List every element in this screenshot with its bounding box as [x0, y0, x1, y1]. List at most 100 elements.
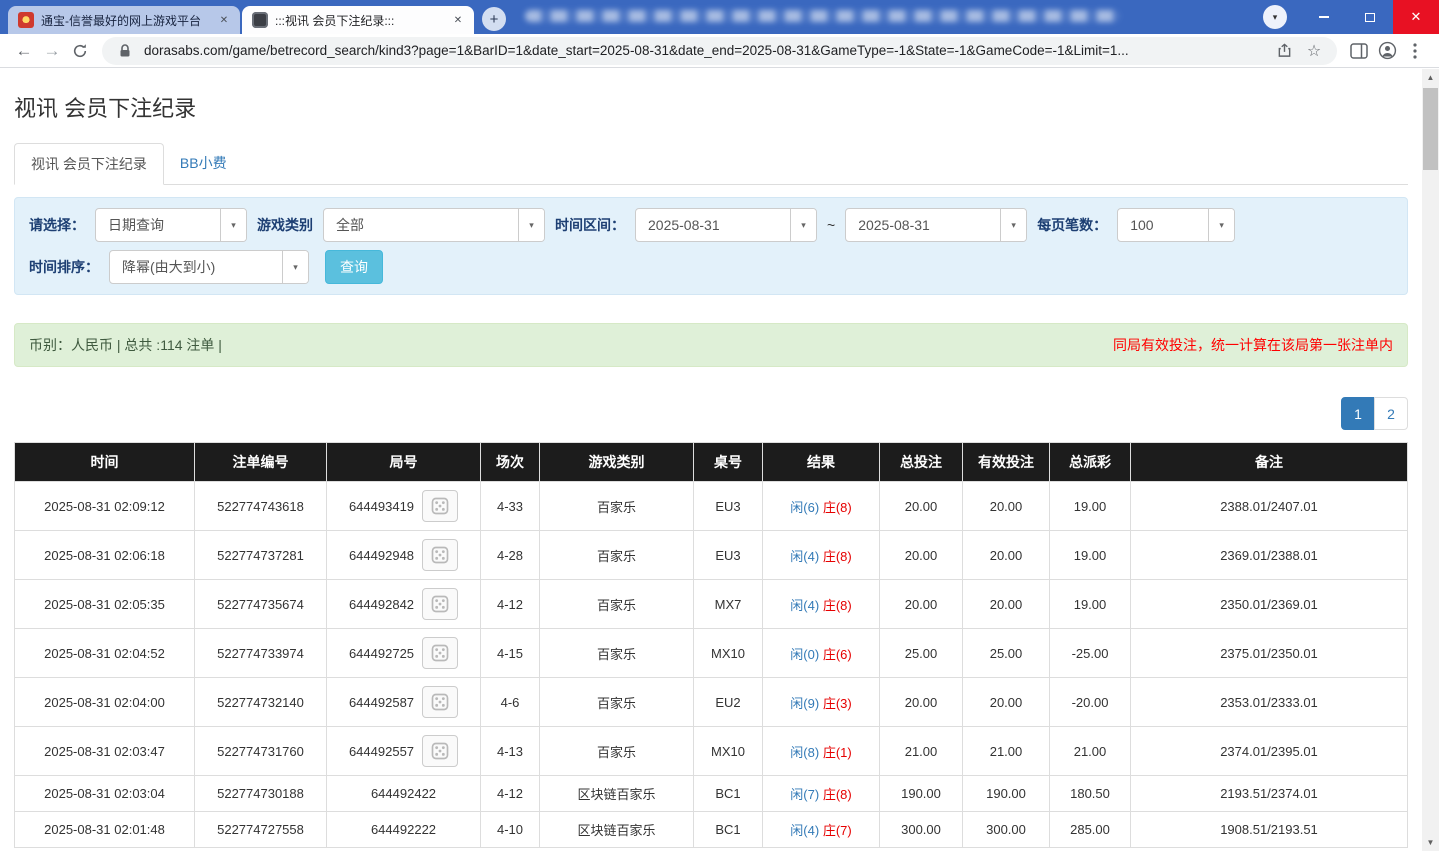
address-bar[interactable]: dorasabs.com/game/betrecord_search/kind3…: [102, 36, 1337, 65]
game-type-label: 游戏类别: [257, 217, 313, 233]
dice-icon: [431, 546, 449, 564]
result-text: 闲(9) 庄(3): [790, 696, 851, 711]
chevron-down-icon: ▾: [220, 209, 246, 241]
cell-time: 2025-08-31 02:03:04: [14, 775, 195, 812]
cell-session: 4-13: [480, 726, 540, 776]
cell-total-bet[interactable]: 20.00: [879, 481, 963, 531]
replay-button[interactable]: [422, 588, 459, 620]
cell-total-bet[interactable]: 300.00: [879, 811, 963, 848]
cell-total-bet[interactable]: 20.00: [879, 530, 963, 580]
scroll-up-icon[interactable]: ▲: [1422, 69, 1439, 86]
replay-button[interactable]: [422, 686, 459, 718]
cell-round: 644492222: [326, 811, 481, 848]
cell-total-bet[interactable]: 21.00: [879, 726, 963, 776]
replay-button[interactable]: [422, 539, 459, 571]
column-header: 注单编号: [194, 442, 327, 482]
cell-session: 4-33: [480, 481, 540, 531]
cell-note: 2193.51/2374.01: [1130, 775, 1408, 812]
url-text[interactable]: dorasabs.com/game/betrecord_search/kind3…: [144, 43, 1265, 58]
forward-button[interactable]: →: [38, 37, 66, 65]
back-button[interactable]: ←: [10, 37, 38, 65]
cell-round: 644492842: [326, 579, 481, 629]
result-text: 闲(4) 庄(8): [790, 598, 851, 613]
player-result: 闲(8): [790, 744, 820, 760]
cell-table-no: BC1: [693, 811, 763, 848]
close-window-button[interactable]: ✕: [1393, 0, 1439, 34]
pagination-page-2[interactable]: 2: [1374, 397, 1408, 430]
cell-result: 闲(9) 庄(3): [762, 677, 880, 727]
cell-total-bet[interactable]: 190.00: [879, 775, 963, 812]
date-end-select[interactable]: 2025-08-31 ▾: [845, 208, 1028, 242]
chevron-down-icon: ▾: [1208, 209, 1235, 241]
cell-note: 2388.01/2407.01: [1130, 481, 1408, 531]
cell-session: 4-12: [480, 775, 540, 812]
browser-menu-button[interactable]: [1401, 37, 1429, 65]
scrollbar-thumb[interactable]: [1423, 88, 1438, 170]
cell-payout: -20.00: [1049, 677, 1131, 727]
banker-result: 庄(6): [822, 646, 852, 662]
pagination-page-1[interactable]: 1: [1341, 397, 1375, 430]
filter-row-2: 时间排序： 降幂(由大到小) ▾ 查询: [29, 250, 1393, 284]
share-icon[interactable]: [1273, 43, 1295, 58]
new-tab-button[interactable]: +: [482, 7, 506, 31]
query-mode-select[interactable]: 日期查询 ▾: [95, 208, 247, 242]
browser-tabstrip: 通宝-信誉最好的网上游戏平台 ✕ :::视讯 会员下注纪录::: ✕ +: [0, 6, 506, 34]
replay-button[interactable]: [422, 490, 459, 522]
cell-payout: 180.50: [1049, 775, 1131, 812]
per-page-select[interactable]: 100 ▾: [1117, 208, 1236, 242]
cell-valid-bet: 20.00: [962, 530, 1050, 580]
replay-button[interactable]: [422, 637, 459, 669]
cell-total-bet[interactable]: 25.00: [879, 628, 963, 678]
table-header-row: 时间 注单编号 局号 场次 游戏类别 桌号 结果 总投注 有效投注 总派彩 备注: [14, 442, 1408, 482]
tab-close-icon[interactable]: ✕: [450, 12, 466, 28]
cell-total-bet[interactable]: 20.00: [879, 677, 963, 727]
player-result: 闲(4): [790, 597, 820, 613]
refresh-icon: [73, 43, 87, 57]
cell-note: 1908.51/2193.51: [1130, 811, 1408, 848]
game-type-select[interactable]: 全部 ▾: [323, 208, 545, 242]
cell-result: 闲(4) 庄(8): [762, 530, 880, 580]
cell-round: 644492557: [326, 726, 481, 776]
player-result: 闲(0): [790, 646, 820, 662]
column-header: 总派彩: [1049, 442, 1131, 482]
maximize-button[interactable]: [1347, 0, 1393, 34]
cell-time: 2025-08-31 02:04:00: [14, 677, 195, 727]
tab-search-button[interactable]: ▾: [1263, 5, 1287, 29]
browser-tab-home[interactable]: 通宝-信誉最好的网上游戏平台 ✕: [8, 6, 240, 34]
tab-bb-tip[interactable]: BB小费: [164, 143, 243, 184]
player-result: 闲(9): [790, 695, 820, 711]
cell-total-bet[interactable]: 20.00: [879, 579, 963, 629]
pagination: 12: [14, 397, 1408, 430]
cell-session: 4-12: [480, 579, 540, 629]
chevron-down-icon: ▾: [790, 209, 816, 241]
page-scrollbar[interactable]: ▲ ▼: [1422, 69, 1439, 851]
minimize-icon: [1319, 16, 1329, 18]
cell-table-no: EU2: [693, 677, 763, 727]
side-panel-button[interactable]: [1345, 37, 1373, 65]
dice-icon: [431, 644, 449, 662]
refresh-button[interactable]: [66, 37, 94, 65]
minimize-button[interactable]: [1301, 0, 1347, 34]
cell-game-type: 区块链百家乐: [539, 775, 694, 812]
profile-button[interactable]: [1373, 37, 1401, 65]
scroll-down-icon[interactable]: ▼: [1422, 834, 1439, 851]
search-button[interactable]: 查询: [325, 250, 383, 284]
cell-note: 2375.01/2350.01: [1130, 628, 1408, 678]
bookmark-star-icon[interactable]: ☆: [1303, 41, 1325, 61]
date-end-value: 2025-08-31: [858, 217, 930, 233]
cell-table-no: MX10: [693, 726, 763, 776]
bet-record-table: 时间 注单编号 局号 场次 游戏类别 桌号 结果 总投注 有效投注 总派彩 备注 2025-08-3…: [14, 442, 1408, 848]
tab-close-icon[interactable]: ✕: [216, 12, 232, 28]
cell-session: 4-6: [480, 677, 540, 727]
replay-button[interactable]: [422, 735, 459, 767]
browser-tab-betrecord[interactable]: :::视讯 会员下注纪录::: ✕: [242, 6, 474, 34]
lock-icon: [114, 43, 136, 58]
tab-betrecord[interactable]: 视讯 会员下注纪录: [14, 143, 164, 185]
cell-time: 2025-08-31 02:04:52: [14, 628, 195, 678]
cell-valid-bet: 20.00: [962, 481, 1050, 531]
sort-select[interactable]: 降幂(由大到小) ▾: [109, 250, 309, 284]
column-header: 总投注: [879, 442, 963, 482]
date-start-select[interactable]: 2025-08-31 ▾: [635, 208, 817, 242]
cell-payout: 21.00: [1049, 726, 1131, 776]
round-number: 644492725: [349, 637, 459, 669]
